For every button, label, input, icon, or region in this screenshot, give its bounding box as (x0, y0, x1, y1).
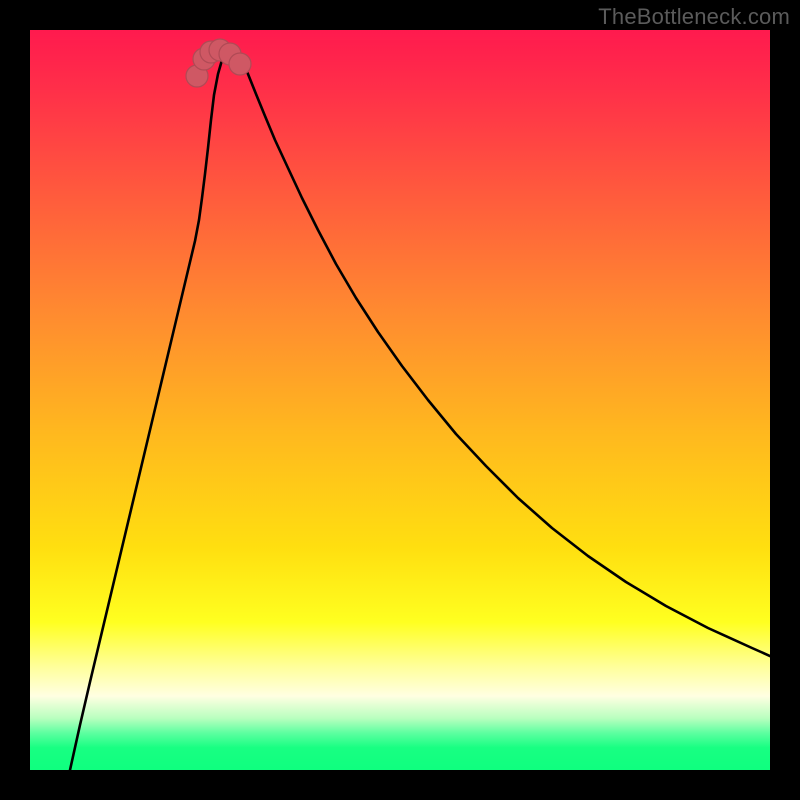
valley-markers (186, 39, 251, 87)
watermark-text: TheBottleneck.com (598, 4, 790, 30)
plot-area (30, 30, 770, 770)
bottleneck-curve (70, 50, 770, 770)
curve-svg (30, 30, 770, 770)
chart-frame: TheBottleneck.com (0, 0, 800, 800)
valley-marker (229, 53, 251, 75)
